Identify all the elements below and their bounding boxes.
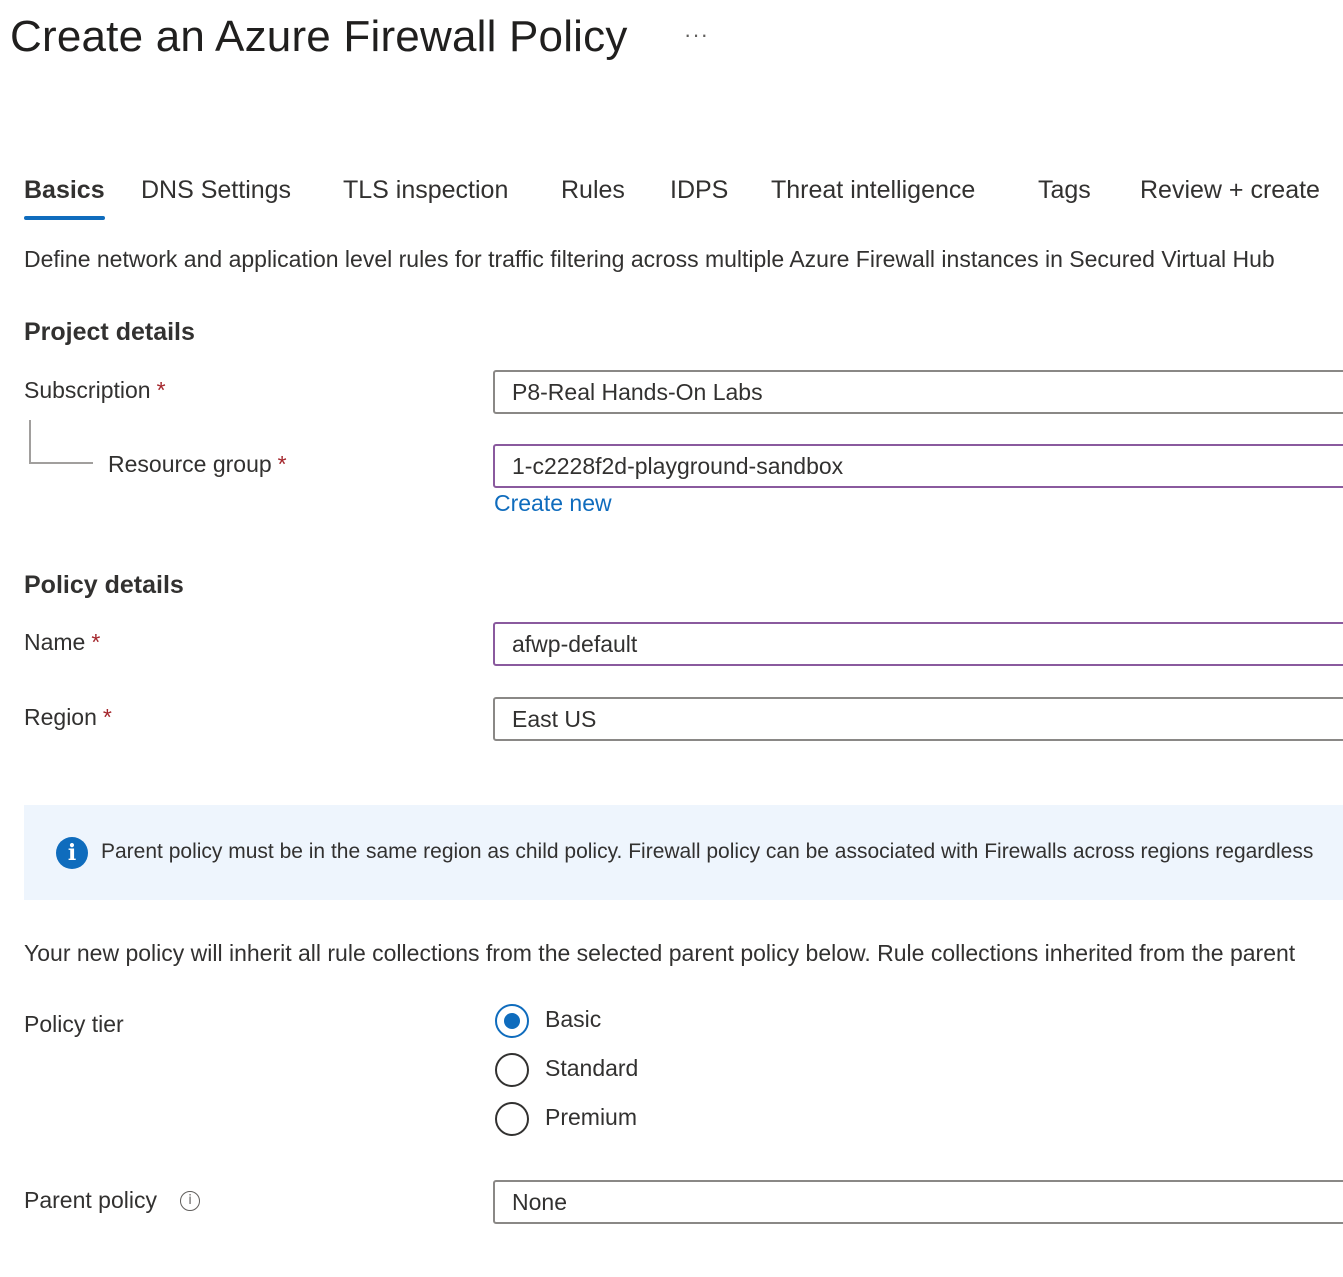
info-banner: i Parent policy must be in the same regi… xyxy=(24,805,1343,900)
tree-connector xyxy=(29,420,93,464)
tab-bar: Basics DNS Settings TLS inspection Rules… xyxy=(0,170,1343,226)
policy-tier-label: Policy tier xyxy=(24,1011,124,1037)
more-options-button[interactable]: ··· xyxy=(684,22,709,48)
tab-dns-settings[interactable]: DNS Settings xyxy=(141,170,291,218)
tab-basics[interactable]: Basics xyxy=(24,170,105,220)
required-marker: * xyxy=(156,377,166,403)
radio-standard-label: Standard xyxy=(545,1055,639,1081)
policy-details-heading: Policy details xyxy=(24,571,184,599)
tab-review-create[interactable]: Review + create xyxy=(1140,170,1320,218)
resource-group-label: Resource group * xyxy=(108,451,287,478)
tab-tags[interactable]: Tags xyxy=(1038,170,1091,218)
radio-button[interactable] xyxy=(495,1102,529,1136)
required-marker: * xyxy=(102,704,112,730)
resource-group-label-text: Resource group xyxy=(108,451,272,477)
subscription-select[interactable]: P8-Real Hands-On Labs xyxy=(493,370,1343,414)
required-marker: * xyxy=(91,629,101,655)
tab-rules[interactable]: Rules xyxy=(561,170,625,218)
page-title: Create an Azure Firewall Policy xyxy=(10,12,628,61)
region-label: Region * xyxy=(24,704,112,731)
subscription-label: Subscription * xyxy=(24,377,166,404)
parent-policy-label: Parent policy xyxy=(24,1187,157,1213)
required-marker: * xyxy=(277,451,287,477)
info-outline-icon[interactable]: i xyxy=(180,1191,200,1211)
radio-basic-label: Basic xyxy=(545,1006,602,1032)
create-firewall-policy-page: Create an Azure Firewall Policy ··· Basi… xyxy=(0,0,1343,1277)
info-banner-text: Parent policy must be in the same region… xyxy=(101,840,1314,863)
region-label-text: Region xyxy=(24,704,97,730)
radio-premium-label: Premium xyxy=(545,1104,638,1130)
tab-tls-inspection[interactable]: TLS inspection xyxy=(343,170,508,218)
inherit-description: Your new policy will inherit all rule co… xyxy=(24,940,1296,966)
resource-group-select[interactable]: 1-c2228f2d-playground-sandbox xyxy=(493,444,1343,488)
parent-policy-select[interactable]: None xyxy=(493,1180,1343,1224)
radio-button-checked[interactable] xyxy=(495,1004,529,1038)
tab-threat-intelligence[interactable]: Threat intelligence xyxy=(771,170,975,218)
info-icon: i xyxy=(56,837,88,869)
name-label: Name * xyxy=(24,629,100,656)
radio-button[interactable] xyxy=(495,1053,529,1087)
subscription-label-text: Subscription xyxy=(24,377,151,403)
project-details-heading: Project details xyxy=(24,318,195,346)
region-select[interactable]: East US xyxy=(493,697,1343,741)
name-label-text: Name xyxy=(24,629,86,655)
page-description: Define network and application level rul… xyxy=(24,246,1275,272)
create-new-link[interactable]: Create new xyxy=(494,490,612,517)
name-input[interactable]: afwp-default xyxy=(493,622,1343,666)
tab-idps[interactable]: IDPS xyxy=(670,170,728,218)
